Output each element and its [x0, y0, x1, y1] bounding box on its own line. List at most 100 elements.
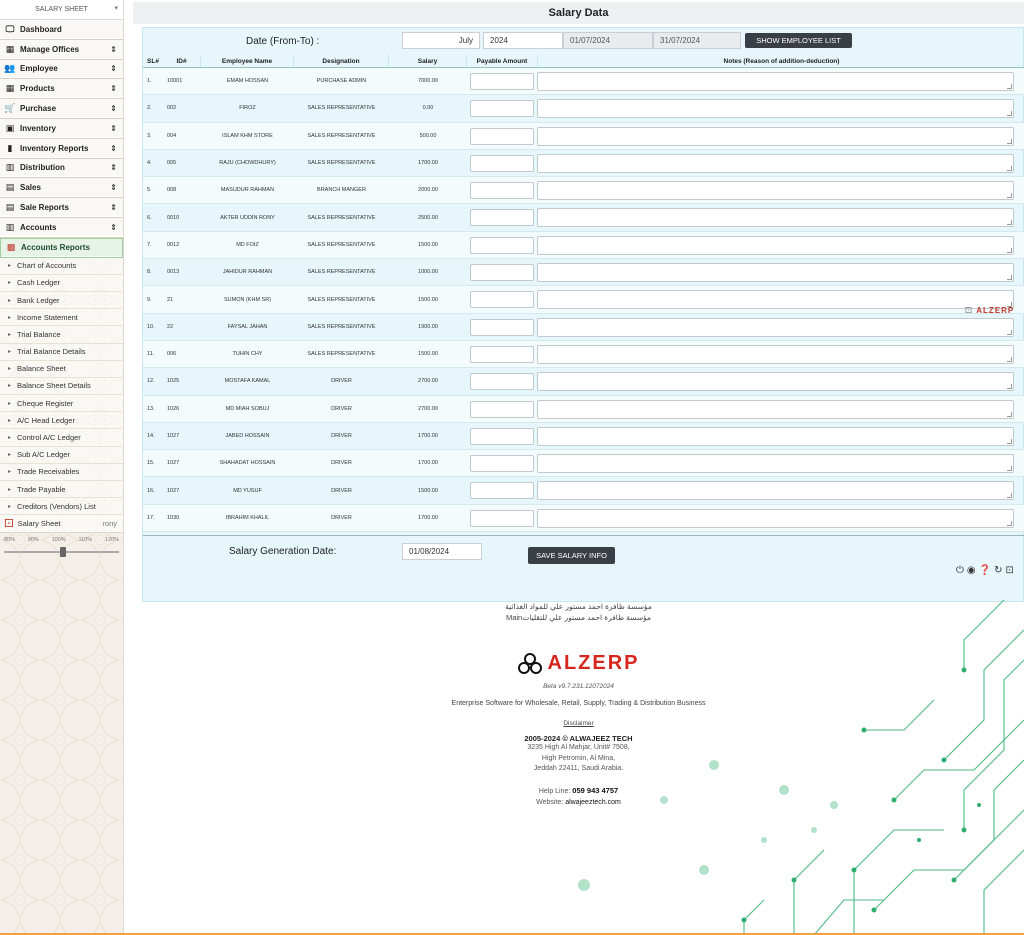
notes-textarea[interactable] [537, 372, 1014, 392]
payable-amount-input[interactable] [470, 455, 534, 473]
payable-amount-input[interactable] [470, 318, 534, 336]
navigate-icon[interactable]: ◉ [967, 565, 976, 576]
sidebar-item-accounts[interactable]: ▥ Accounts ⇕ [0, 217, 123, 238]
payable-amount-input[interactable] [470, 427, 534, 445]
submenu-item-control-a-c-ledger[interactable]: ▸ Control A/C Ledger [0, 429, 123, 447]
help-icon[interactable]: ❓ [979, 565, 991, 576]
submenu-item-sub-a-c-ledger[interactable]: ▸ Sub A/C Ledger [0, 446, 123, 464]
chart-icon: ▩ [6, 242, 16, 253]
cell-salary: 1700.00 [418, 160, 438, 167]
sidebar-item-dashboard[interactable]: 🖵 Dashboard [0, 20, 123, 40]
payable-amount-input[interactable] [470, 182, 534, 200]
expand-arrow-icon: ⇕ [110, 143, 117, 153]
notes-textarea[interactable] [537, 72, 1014, 91]
year-field[interactable]: 2024 [483, 32, 563, 49]
notes-textarea[interactable] [537, 153, 1014, 173]
power-icon[interactable]: ⏻ [956, 565, 964, 576]
cell-employee-name: SHAHADAT HOSSAIN [219, 460, 276, 467]
payable-amount-input[interactable] [470, 291, 534, 309]
zoom-slider[interactable] [4, 547, 119, 558]
payable-amount-input[interactable] [470, 345, 534, 363]
logo-wordmark: ALZERP [547, 652, 640, 674]
caret-right-icon: ▸ [8, 383, 12, 390]
payable-amount-input[interactable] [470, 373, 534, 391]
notes-textarea[interactable] [537, 481, 1014, 501]
sidebar-header[interactable]: SALARY SHEET ▾ [0, 0, 123, 20]
refresh-icon[interactable]: ↻ [994, 565, 1002, 576]
cell-salary: 1700.00 [418, 460, 438, 467]
submenu-item-label: Trial Balance Details [17, 347, 86, 357]
payable-amount-input[interactable] [470, 73, 534, 90]
payable-amount-input[interactable] [470, 264, 534, 282]
submenu-item-trial-balance[interactable]: ▸ Trial Balance [0, 326, 123, 344]
sidebar-item-manage-offices[interactable]: ▦ Manage Offices ⇕ [0, 39, 123, 60]
payable-amount-input[interactable] [470, 154, 534, 172]
user-name: rony [102, 519, 117, 529]
payable-amount-input[interactable] [470, 236, 534, 254]
notes-textarea[interactable] [537, 99, 1014, 119]
cell-salary: 1500.00 [418, 241, 438, 248]
sidebar-item-sales[interactable]: ▤ Sales ⇕ [0, 178, 123, 199]
zoom-slider-handle[interactable] [60, 547, 66, 558]
sidebar-item-products[interactable]: ▦ Products ⇕ [0, 79, 123, 100]
payable-amount-input[interactable] [470, 400, 534, 418]
cell-salary: 1900.00 [418, 323, 438, 330]
submenu-item-trial-balance-details[interactable]: ▸ Trial Balance Details [0, 343, 123, 361]
expand-icon[interactable]: ⊡ [1006, 565, 1014, 576]
sidebar-item-distribution[interactable]: ▥ Distribution ⇕ [0, 158, 123, 179]
cell-id: 005 [167, 160, 177, 167]
sidebar-item-purchase[interactable]: 🛒 Purchase ⇕ [0, 99, 123, 119]
payable-amount-input[interactable] [470, 209, 534, 227]
notes-textarea[interactable] [537, 508, 1014, 528]
sidebar-item-accounts-reports[interactable]: ▩ Accounts Reports [0, 237, 123, 258]
payable-amount-input[interactable] [470, 509, 534, 527]
payable-amount-input[interactable] [470, 482, 534, 500]
cell-employee-name: EMAM HOSSAN [226, 78, 269, 85]
notes-textarea[interactable] [537, 263, 1014, 283]
cell-id: 004 [167, 132, 177, 139]
submenu-item-trade-receivables[interactable]: ▸ Trade Receivables [0, 463, 123, 481]
sidebar-item-salary-sheet[interactable]: ⚀ Salary Sheet rony [0, 515, 123, 534]
cell-sl: 9. [147, 296, 152, 303]
notes-textarea[interactable] [537, 317, 1014, 337]
notes-textarea[interactable] [537, 235, 1014, 255]
notes-textarea[interactable] [537, 181, 1014, 201]
salary-generation-date-field[interactable]: 01/08/2024 [402, 543, 482, 560]
footer: مؤسسة ظافرة احمد مستور علي للمواد الغذائ… [133, 600, 1024, 806]
month-field[interactable]: July [402, 32, 480, 49]
sidebar-item-employee[interactable]: 👥 Employee ⇕ [0, 59, 123, 80]
notes-textarea[interactable] [537, 426, 1014, 446]
submenu-item-balance-sheet[interactable]: ▸ Balance Sheet [0, 360, 123, 378]
table-row: 6. 0010 AKTER UDDIN RONY SALES REPRESENTATI… [143, 204, 1024, 232]
save-salary-info-button[interactable]: SAVE SALARY INFO [528, 547, 615, 564]
payable-amount-input[interactable] [470, 127, 534, 145]
sidebar-item-sale-reports[interactable]: ▤ Sale Reports ⇕ [0, 198, 123, 218]
expand-arrow-icon: ⇕ [110, 203, 117, 213]
notes-textarea[interactable] [537, 126, 1014, 146]
submenu-item-cash-ledger[interactable]: ▸ Cash Ledger [0, 274, 123, 292]
sidebar-item-inventory-reports[interactable]: ▮ Inventory Reports ⇕ [0, 138, 123, 159]
submenu-item-balance-sheet-details[interactable]: ▸ Balance Sheet Details [0, 377, 123, 396]
sidebar-item-inventory[interactable]: ▣ Inventory ⇕ [0, 118, 123, 139]
notes-textarea[interactable] [537, 290, 1014, 310]
submenu-item-bank-ledger[interactable]: ▸ Bank Ledger [0, 291, 123, 310]
payable-amount-input[interactable] [470, 100, 534, 118]
notes-textarea[interactable] [537, 344, 1014, 364]
website-link[interactable]: alwajeeztech.com [565, 799, 621, 806]
submenu-item-creditors-vendors-list[interactable]: ▸ Creditors (Vendors) List [0, 498, 123, 516]
notes-textarea[interactable] [537, 399, 1014, 419]
notes-textarea[interactable] [537, 208, 1014, 228]
submenu-item-cheque-register[interactable]: ▸ Cheque Register [0, 395, 123, 413]
submenu-item-a-c-head-ledger[interactable]: ▸ A/C Head Ledger [0, 412, 123, 430]
cell-designation: SALES REPRESENTATIVE [307, 214, 376, 221]
disclaimer-link[interactable]: Disclaimer [133, 720, 1024, 727]
show-employee-list-button[interactable]: SHOW EMPLOYEE LIST [745, 33, 852, 48]
submenu-item-label: Chart of Accounts [17, 261, 77, 271]
zoom-level-label: 90% [27, 537, 39, 544]
submenu-item-trade-payable[interactable]: ▸ Trade Payable [0, 481, 123, 499]
cell-employee-name: MD MIAH SOBUJ [225, 405, 270, 412]
submenu-item-income-statement[interactable]: ▸ Income Statement [0, 309, 123, 327]
notes-textarea[interactable] [537, 454, 1014, 474]
cell-designation: DRIVER [331, 460, 352, 467]
submenu-item-chart-of-accounts[interactable]: ▸ Chart of Accounts [0, 257, 123, 275]
